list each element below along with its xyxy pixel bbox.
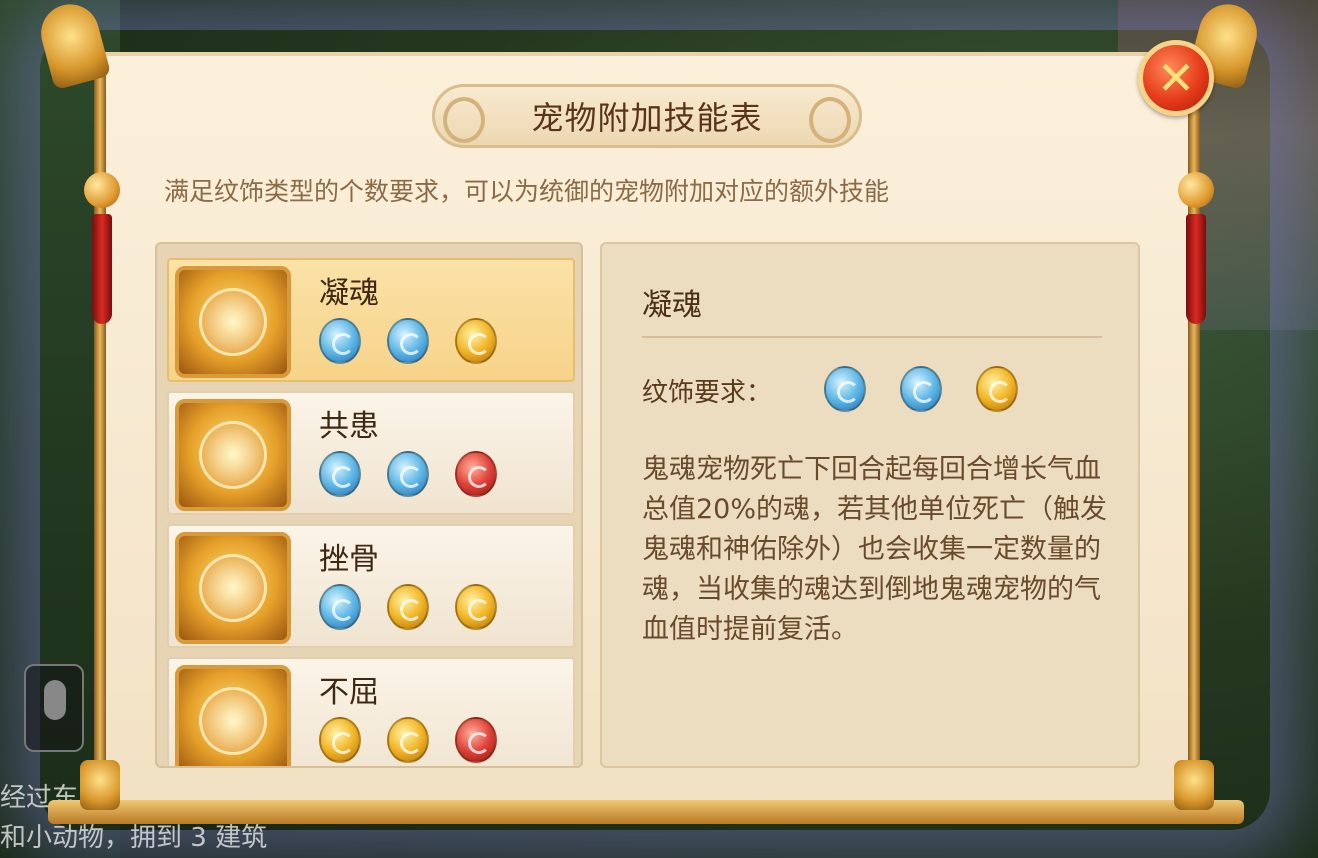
gem-requirements	[319, 451, 497, 497]
skill-description: 鬼魂宠物死亡下回合起每回合增长气血总值20%的魂，若其他单位死亡（触发鬼魂和神佑…	[642, 454, 1108, 645]
gem-requirements	[319, 584, 497, 630]
dialog-subtitle: 满足纹饰类型的个数要求，可以为统御的宠物附加对应的额外技能	[164, 177, 890, 206]
gold-gem-icon	[387, 584, 429, 630]
gold-gem-icon	[387, 717, 429, 763]
skill-row-gonghuan[interactable]: 共患	[167, 391, 575, 515]
skill-cuogu-icon	[175, 532, 291, 644]
requirement-label: 纹饰要求：	[642, 378, 773, 408]
blue-gem-icon	[319, 584, 361, 630]
requirement-gems	[824, 366, 1018, 412]
scroll-end-icon	[1174, 760, 1214, 810]
gem-requirements	[319, 318, 497, 364]
bead-icon	[1178, 172, 1214, 208]
close-button[interactable]: ✕	[1138, 40, 1214, 116]
red-gem-icon	[455, 717, 497, 763]
gold-gem-icon	[976, 366, 1018, 412]
scroll-right-rod	[1188, 60, 1200, 800]
microphone-button[interactable]	[24, 664, 84, 752]
tassel-icon	[92, 214, 112, 324]
scroll-bottom-rod	[48, 800, 1244, 824]
title-banner: 宠物附加技能表	[432, 84, 862, 148]
skill-name: 共患	[319, 409, 379, 444]
blue-gem-icon	[387, 451, 429, 497]
red-gem-icon	[455, 451, 497, 497]
page-title: 宠物附加技能表	[531, 99, 763, 137]
close-icon: ✕	[1156, 51, 1196, 105]
skill-row-buqu[interactable]: 不屈	[167, 657, 575, 766]
gem-requirements	[319, 717, 497, 763]
skill-name: 不屈	[319, 675, 379, 710]
skill-gonghuan-icon	[175, 399, 291, 511]
microphone-icon	[44, 680, 66, 720]
gold-gem-icon	[455, 584, 497, 630]
detail-skill-name: 凝魂	[642, 288, 702, 323]
skill-list[interactable]: 凝魂 共患 挫骨 不屈	[155, 242, 583, 768]
blue-gem-icon	[319, 318, 361, 364]
blue-gem-icon	[319, 451, 361, 497]
skill-buqu-icon	[175, 665, 291, 766]
skill-row-ninghun[interactable]: 凝魂	[167, 258, 575, 382]
tassel-icon	[1186, 214, 1206, 324]
skill-row-cuogu[interactable]: 挫骨	[167, 524, 575, 648]
blue-gem-icon	[824, 366, 866, 412]
skill-ninghun-icon	[175, 266, 291, 378]
skill-name: 挫骨	[319, 542, 379, 577]
divider	[642, 336, 1102, 338]
blue-gem-icon	[387, 318, 429, 364]
skill-detail-panel: 凝魂 纹饰要求： 鬼魂宠物死亡下回合起每回合增长气血总值20%的魂，若其他单位死…	[600, 242, 1140, 768]
skill-name: 凝魂	[319, 276, 379, 311]
scroll-end-icon	[80, 760, 120, 810]
blue-gem-icon	[900, 366, 942, 412]
scroll-left-rod	[94, 60, 106, 800]
gold-gem-icon	[455, 318, 497, 364]
bead-icon	[84, 172, 120, 208]
gold-gem-icon	[319, 717, 361, 763]
